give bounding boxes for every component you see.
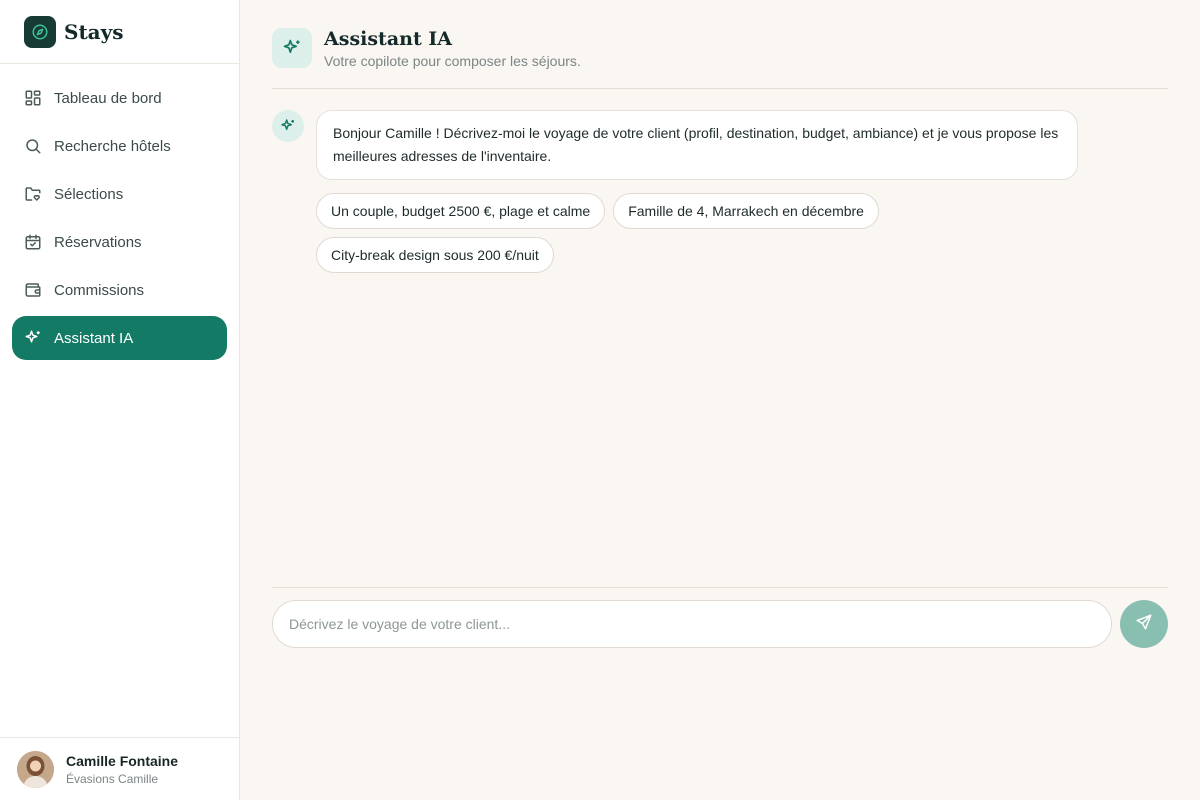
sidebar-item-label: Réservations [54, 233, 142, 251]
sidebar-item-dashboard[interactable]: Tableau de bord [12, 76, 227, 120]
compass-icon[interactable] [24, 15, 56, 48]
page-title: Assistant IA [324, 28, 452, 50]
assistant-message: Bonjour Camille ! Décrivez-moi le voyage… [272, 110, 1078, 180]
sidebar-item-label: Assistant IA [54, 329, 134, 347]
wallet-icon [24, 281, 42, 299]
suggestion-chips: Un couple, budget 2500 €, plage et calme… [316, 193, 936, 273]
page-header: Assistant IA Votre copilote pour compose… [272, 28, 1168, 89]
sidebar-item-hotel-search[interactable]: Recherche hôtels [12, 124, 227, 168]
sidebar-nav: Tableau de bord Recherche hôtels Sélecti… [0, 64, 239, 360]
sparkles-icon [272, 110, 304, 142]
sparkles-icon [272, 28, 312, 68]
calendar-check-icon [24, 233, 42, 251]
suggestion-chip[interactable]: Famille de 4, Marrakech en décembre [613, 193, 879, 229]
user-profile[interactable]: Camille Fontaine Évasions Camille [0, 737, 239, 800]
message-input[interactable] [272, 600, 1112, 648]
send-icon [1135, 613, 1153, 636]
sidebar: Stays Tableau de bord Recherche hôtels S… [0, 0, 240, 800]
dashboard-grid-icon [24, 89, 42, 107]
search-icon [24, 137, 42, 155]
sidebar-item-label: Tableau de bord [54, 89, 162, 107]
divider [272, 587, 1168, 588]
send-button[interactable] [1120, 600, 1168, 648]
sidebar-item-label: Recherche hôtels [54, 137, 171, 155]
sparkles-icon [24, 329, 42, 347]
main-content: Assistant IA Votre copilote pour compose… [240, 0, 1200, 800]
suggestion-chip[interactable]: City-break design sous 200 €/nuit [316, 237, 554, 273]
sidebar-item-label: Sélections [54, 185, 124, 203]
avatar [17, 750, 54, 788]
sidebar-item-reservations[interactable]: Réservations [12, 220, 227, 264]
user-organization: Évasions Camille [66, 771, 159, 786]
sidebar-item-selections[interactable]: Sélections [12, 172, 227, 216]
brand-name: Stays [64, 19, 124, 44]
sidebar-item-assistant[interactable]: Assistant IA [12, 316, 227, 360]
sidebar-item-commissions[interactable]: Commissions [12, 268, 227, 312]
page-subtitle: Votre copilote pour composer les séjours… [324, 53, 581, 69]
brand: Stays [0, 0, 239, 64]
suggestion-chip[interactable]: Un couple, budget 2500 €, plage et calme [316, 193, 606, 229]
message-bubble: Bonjour Camille ! Décrivez-moi le voyage… [316, 110, 1078, 180]
sidebar-item-label: Commissions [54, 281, 145, 299]
folder-heart-icon [24, 185, 42, 203]
user-name: Camille Fontaine [66, 752, 179, 769]
